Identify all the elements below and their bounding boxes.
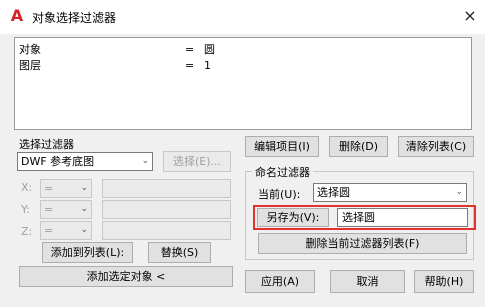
chevron-down-icon: ⌄ [80, 225, 88, 235]
close-icon[interactable]: × [460, 6, 480, 26]
cancel-button[interactable]: 取消 [330, 270, 405, 293]
list-item-value: 1 [204, 59, 211, 72]
z-value-field[interactable] [102, 221, 231, 240]
current-label: 当前(U): [258, 188, 301, 201]
list-item-property: 图层 [19, 59, 41, 72]
save-as-input[interactable]: 选择圆 [337, 208, 468, 227]
select-button[interactable]: 选择(E)... [163, 151, 231, 172]
chevron-down-icon: ⌄ [141, 156, 149, 166]
x-label: X: [21, 181, 33, 194]
list-item-operator: = [185, 59, 195, 72]
add-selected-object-button[interactable]: 添加选定对象 < [19, 266, 233, 287]
window-title: 对象选择过滤器 [32, 11, 117, 25]
apply-button[interactable]: 应用(A) [245, 270, 315, 293]
edit-item-button[interactable]: 编辑项目(I) [245, 136, 319, 157]
chevron-down-icon: ⌄ [80, 204, 88, 214]
x-value-field[interactable] [102, 179, 231, 198]
autocad-logo-icon: A [10, 6, 24, 25]
x-operator-value: = [44, 182, 54, 195]
z-operator-value: = [44, 224, 54, 237]
list-item[interactable]: 图层 = 1 [19, 59, 459, 73]
delete-button[interactable]: 删除(D) [329, 136, 388, 157]
select-filter-label: 选择过滤器 [19, 138, 74, 151]
filter-type-dropdown[interactable]: DWF 参考底图 ⌄ [17, 152, 153, 171]
filter-list[interactable]: 对象 = 圆 图层 = 1 [14, 37, 472, 130]
y-operator-dropdown[interactable]: = ⌄ [40, 200, 92, 219]
filter-type-value: DWF 参考底图 [21, 155, 95, 168]
list-item-operator: = [185, 43, 195, 56]
z-label: Z: [21, 225, 33, 238]
x-operator-dropdown[interactable]: = ⌄ [40, 179, 92, 198]
save-as-button[interactable]: 另存为(V): [257, 208, 329, 227]
replace-button[interactable]: 替换(S) [148, 242, 211, 263]
current-filter-value: 选择圆 [317, 186, 350, 199]
z-operator-dropdown[interactable]: = ⌄ [40, 221, 92, 240]
delete-current-filter-list-button[interactable]: 删除当前过滤器列表(F) [258, 233, 467, 254]
y-label: Y: [21, 203, 30, 216]
list-item[interactable]: 对象 = 圆 [19, 43, 459, 57]
named-filters-label: 命名过滤器 [252, 164, 313, 180]
y-operator-value: = [44, 203, 54, 216]
clear-list-button[interactable]: 清除列表(C) [398, 136, 474, 157]
chevron-down-icon: ⌄ [80, 183, 88, 193]
list-item-value: 圆 [204, 43, 215, 56]
y-value-field[interactable] [102, 200, 231, 219]
list-item-property: 对象 [19, 43, 41, 56]
chevron-down-icon: ⌄ [455, 187, 463, 197]
current-filter-dropdown[interactable]: 选择圆 ⌄ [313, 183, 467, 202]
help-button[interactable]: 帮助(H) [414, 270, 474, 293]
add-to-list-button[interactable]: 添加到列表(L): [42, 242, 133, 263]
